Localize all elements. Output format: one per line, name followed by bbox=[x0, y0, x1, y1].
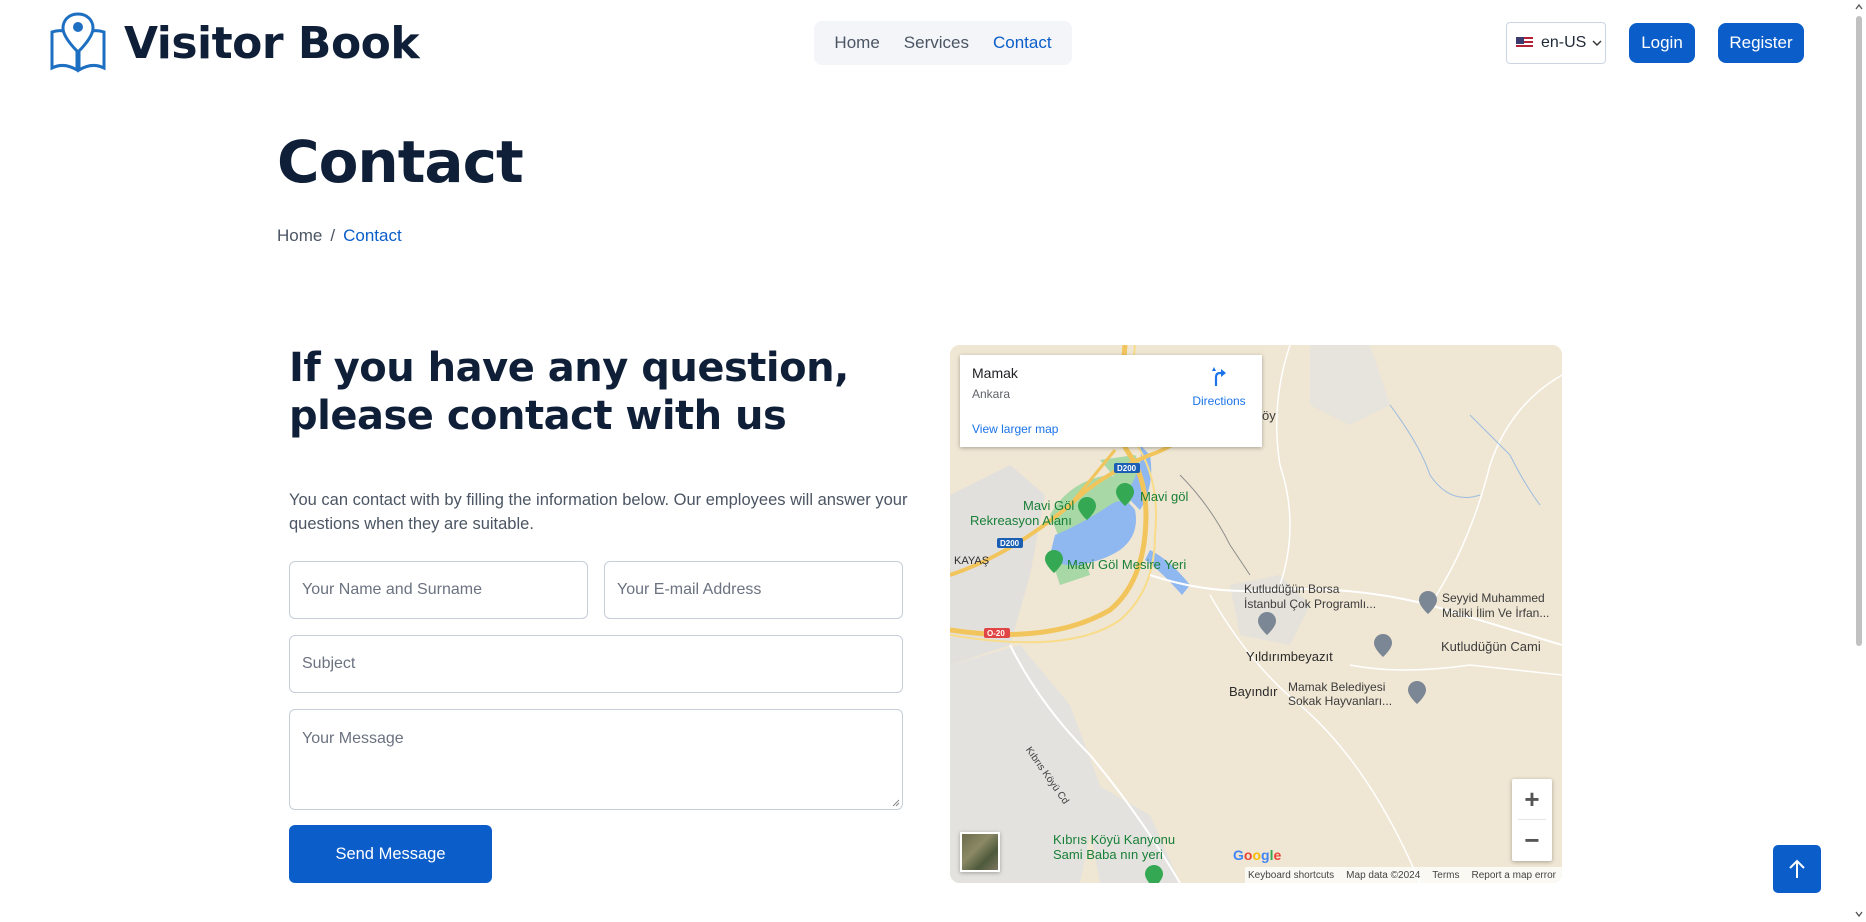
directions-label: Directions bbox=[1192, 394, 1246, 408]
map-label: Mavi göl bbox=[1140, 489, 1189, 504]
satellite-toggle[interactable] bbox=[960, 832, 1000, 872]
book-location-pin-icon bbox=[50, 12, 106, 73]
back-to-top-button[interactable] bbox=[1773, 845, 1821, 893]
directions-arrow-icon bbox=[1212, 367, 1226, 386]
d200-shield-label: D200 bbox=[1117, 464, 1137, 473]
map-label: Mavi Göl Mesire Yeri bbox=[1067, 557, 1187, 572]
map-label: Kutludüğün Cami bbox=[1441, 639, 1541, 654]
map-info-card: Mamak Ankara View larger map Directions bbox=[960, 355, 1262, 447]
chevron-down-icon bbox=[1592, 40, 1602, 46]
breadcrumb-home[interactable]: Home bbox=[277, 226, 322, 246]
map-attribution: Keyboard shortcuts Map data ©2024 Terms … bbox=[1245, 867, 1562, 883]
email-input[interactable]: Your E-mail Address bbox=[604, 561, 903, 619]
map-label: İstanbul Çok Programlı... bbox=[1244, 597, 1377, 611]
map-label: Rekreasyon Alanı bbox=[970, 513, 1072, 528]
map-label: Mamak Belediyesi bbox=[1288, 680, 1386, 694]
map-label: Mavi Göl bbox=[1023, 498, 1075, 513]
breadcrumb-separator: / bbox=[330, 226, 336, 245]
page-title: Contact bbox=[277, 128, 524, 196]
contact-heading-line2: please contact with us bbox=[289, 393, 787, 439]
map-label: Bayındır bbox=[1229, 684, 1278, 699]
contact-description: You can contact with by filling the info… bbox=[289, 491, 908, 533]
map-label: Kutludüğün Borsa bbox=[1244, 582, 1340, 596]
name-input[interactable]: Your Name and Surname bbox=[289, 561, 588, 619]
send-message-button[interactable]: Send Message bbox=[289, 825, 492, 883]
map-label: KAYAŞ bbox=[954, 555, 990, 567]
brand-name: Visitor Book bbox=[124, 17, 420, 69]
zoom-out-button[interactable]: − bbox=[1512, 820, 1552, 860]
register-button[interactable]: Register bbox=[1718, 23, 1804, 63]
main-nav: Home Services Contact bbox=[814, 21, 1072, 65]
contact-heading-line1: If you have any question, bbox=[289, 345, 849, 391]
nav-home[interactable]: Home bbox=[834, 33, 879, 53]
brand-logo[interactable]: Visitor Book bbox=[46, 10, 420, 76]
login-button[interactable]: Login bbox=[1629, 23, 1695, 63]
nav-services[interactable]: Services bbox=[904, 33, 969, 53]
map-place-title: Mamak bbox=[972, 365, 1018, 381]
language-value: en-US bbox=[1541, 34, 1587, 51]
nav-contact[interactable]: Contact bbox=[993, 33, 1052, 53]
arrow-up-icon bbox=[1789, 859, 1805, 878]
map-label: Yıldırımbeyazıt bbox=[1246, 649, 1333, 664]
o20-shield-label: O-20 bbox=[987, 629, 1005, 638]
map-label: Sokak Hayvanları... bbox=[1288, 694, 1393, 708]
breadcrumb: Home / Contact bbox=[277, 226, 402, 246]
scroll-up-icon[interactable] bbox=[1855, 3, 1863, 11]
d200-shield-label: D200 bbox=[1000, 539, 1020, 548]
zoom-in-button[interactable]: + bbox=[1512, 779, 1552, 819]
map-data-text: Map data ©2024 bbox=[1346, 869, 1421, 881]
directions-button[interactable]: Directions bbox=[1188, 365, 1250, 408]
subject-input[interactable]: Subject bbox=[289, 635, 903, 693]
message-placeholder: Your Message bbox=[302, 730, 404, 747]
language-select[interactable]: en-US bbox=[1506, 22, 1606, 64]
map-label: Sami Baba nın yeri bbox=[1053, 847, 1163, 862]
terms-link[interactable]: Terms bbox=[1432, 870, 1459, 881]
map-label: Kıbrıs Köyü Kanyonu bbox=[1053, 832, 1176, 847]
keyboard-shortcuts-link[interactable]: Keyboard shortcuts bbox=[1248, 870, 1334, 881]
map-place-subtitle: Ankara bbox=[972, 387, 1011, 401]
map-label: Maliki İlim Ve İrfan... bbox=[1442, 606, 1550, 620]
us-flag-icon bbox=[1516, 37, 1533, 49]
scroll-down-icon[interactable] bbox=[1855, 910, 1863, 918]
embedded-map[interactable]: D200 D200 O-20 Mavi Göl Rekreasyon Alanı… bbox=[950, 345, 1562, 883]
map-label: öy bbox=[1262, 408, 1276, 423]
map-label: Seyyid Muhammed bbox=[1442, 591, 1545, 605]
scroll-thumb[interactable] bbox=[1856, 16, 1862, 646]
site-header: Visitor Book Home Services Contact en-US… bbox=[0, 0, 1866, 86]
google-logo: Google bbox=[1233, 847, 1282, 863]
view-larger-map-link[interactable]: View larger map bbox=[972, 422, 1058, 436]
message-textarea[interactable]: Your Message bbox=[289, 709, 903, 810]
resize-handle-icon[interactable] bbox=[892, 799, 900, 807]
map-zoom-controls: + − bbox=[1512, 779, 1552, 861]
contact-heading: If you have any question, please contact… bbox=[289, 344, 849, 440]
breadcrumb-current: Contact bbox=[343, 226, 402, 245]
report-map-error-link[interactable]: Report a map error bbox=[1472, 870, 1556, 881]
page-scrollbar[interactable] bbox=[1852, 0, 1866, 922]
